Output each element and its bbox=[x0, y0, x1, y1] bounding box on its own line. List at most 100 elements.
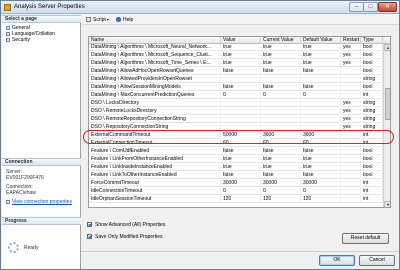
help-button[interactable]: Help bbox=[116, 16, 133, 24]
cell-restart bbox=[341, 172, 361, 179]
scroll-down-icon[interactable]: ▼ bbox=[384, 201, 390, 207]
column-header-restart[interactable]: Restart bbox=[341, 37, 361, 44]
table-row[interactable]: IdleOrphanSessionTimeout 120 120 120 int bbox=[89, 196, 383, 203]
table-row[interactable]: DSO \ LocksDirectory yes string bbox=[89, 100, 383, 107]
table-row[interactable]: IdleConnectionTimeout 0 0 0 int bbox=[89, 188, 383, 195]
cell-value[interactable]: true bbox=[221, 52, 261, 59]
cell-value[interactable]: 0 bbox=[221, 92, 261, 99]
reset-default-button[interactable]: Reset default bbox=[342, 233, 389, 244]
title-bar[interactable]: Analysis Server Properties – □ ✕ bbox=[1, 1, 399, 14]
cell-value[interactable]: false bbox=[221, 172, 261, 179]
checkbox-label: Show Advanced (All) Properties bbox=[95, 222, 166, 228]
table-row[interactable]: Feature \ ComUdfEnabled false false false bo… bbox=[89, 148, 383, 155]
scrollbar-thumb[interactable] bbox=[385, 88, 390, 120]
cell-value[interactable]: false bbox=[221, 68, 261, 75]
cell-current-value bbox=[261, 100, 301, 107]
cell-restart bbox=[341, 188, 361, 195]
cell-restart bbox=[341, 164, 361, 171]
table-row[interactable]: DSO \ RepositoryConnectionString yes strin… bbox=[89, 124, 383, 131]
properties-grid[interactable]: Name Value Current Value Default Value R… bbox=[88, 36, 391, 208]
checkbox-box[interactable] bbox=[87, 234, 92, 240]
cell-current-value: true bbox=[261, 52, 301, 59]
ok-button[interactable]: OK bbox=[319, 255, 355, 266]
cell-type: bool bbox=[361, 44, 383, 51]
cell-value[interactable]: true bbox=[221, 60, 261, 67]
cell-name: Feature \ LinkInsideInstanceEnabled bbox=[89, 164, 221, 171]
cell-name: DataMining \ AllowedProvidersInOpenRowse… bbox=[89, 76, 221, 83]
show-advanced-checkbox[interactable]: Show Advanced (All) Properties bbox=[87, 222, 165, 229]
cell-value[interactable]: true bbox=[221, 44, 261, 51]
vertical-scrollbar[interactable]: ▲ ▼ bbox=[383, 44, 390, 207]
cell-value[interactable]: true bbox=[221, 164, 261, 171]
cell-restart: yes bbox=[341, 44, 361, 51]
help-icon bbox=[116, 17, 121, 23]
checkbox-box[interactable] bbox=[87, 222, 92, 228]
cell-default-value bbox=[301, 100, 341, 107]
cell-name: IdleConnectionTimeout bbox=[89, 188, 221, 195]
table-row[interactable]: DSO \ RemoteLocksDirectory yes string bbox=[89, 108, 383, 115]
cell-restart bbox=[341, 68, 361, 75]
table-row[interactable]: DataMining \ Algorithms \ Microsoft_Sequ… bbox=[89, 52, 383, 59]
table-row[interactable]: ExternalCommandTimeout 50000 3600 3600 int bbox=[89, 132, 383, 139]
cell-default-value: 60 bbox=[301, 140, 341, 147]
cell-value[interactable] bbox=[221, 76, 261, 83]
cell-name: DSO \ RepositoryConnectionString bbox=[89, 124, 221, 131]
save-only-modified-checkbox[interactable]: Save Only Modified Properties bbox=[87, 234, 163, 241]
cell-value[interactable]: 60 bbox=[221, 140, 261, 147]
cell-value[interactable]: false bbox=[221, 148, 261, 155]
table-row[interactable]: DSO \ RemoteRepositoryConnectionString ye… bbox=[89, 116, 383, 123]
cell-value[interactable]: 120 bbox=[221, 196, 261, 203]
cell-current-value bbox=[261, 124, 301, 131]
table-row[interactable]: DataMining \ Algorithms \ Microsoft_Neur… bbox=[89, 44, 383, 51]
script-button[interactable]: Script▾ bbox=[86, 16, 109, 24]
cell-name: Feature \ LinkFromOtherInstanceEnabled bbox=[89, 156, 221, 163]
minimize-button[interactable]: – bbox=[349, 2, 364, 12]
cell-value[interactable]: false bbox=[221, 84, 261, 91]
close-button[interactable]: ✕ bbox=[378, 2, 397, 12]
page-icon bbox=[6, 31, 10, 36]
cell-restart: yes bbox=[341, 108, 361, 115]
script-label: Script bbox=[93, 17, 106, 23]
left-pane: Select a page General Language/Collation… bbox=[2, 15, 81, 269]
cell-value[interactable]: 0 bbox=[221, 188, 261, 195]
cell-value[interactable] bbox=[221, 108, 261, 115]
column-header-default-value[interactable]: Default Value bbox=[301, 37, 341, 44]
cell-restart bbox=[341, 140, 361, 147]
cell-value[interactable]: 30000 bbox=[221, 180, 261, 187]
cell-type: int bbox=[361, 92, 383, 99]
table-row[interactable]: DataMining \ AllowAdHocOpenRowsetQueries… bbox=[89, 68, 383, 75]
view-connection-properties-link[interactable]: View connection properties bbox=[6, 199, 72, 205]
column-header-type[interactable]: Type bbox=[361, 37, 383, 44]
table-row[interactable]: DataMining \ MaxConcurrentPredictionQuer… bbox=[89, 92, 383, 99]
cell-current-value: false bbox=[261, 148, 301, 155]
table-row[interactable]: Feature \ LinkInsideInstanceEnabled true t… bbox=[89, 164, 383, 171]
table-row[interactable]: Feature \ LinkFromOtherInstanceEnabled tr… bbox=[89, 156, 383, 163]
table-row[interactable]: ForceCommitTimeout 30000 30000 30000 int bbox=[89, 180, 383, 187]
cell-name: Feature \ LinkToOtherInstanceEnabled bbox=[89, 172, 221, 179]
page-item-security[interactable]: Security bbox=[6, 37, 30, 43]
help-label: Help bbox=[123, 17, 134, 23]
cell-value[interactable] bbox=[221, 100, 261, 107]
toolbar: Script▾ Help bbox=[83, 15, 399, 25]
cell-value[interactable]: true bbox=[221, 156, 261, 163]
column-header-current-value[interactable]: Current Value bbox=[261, 37, 301, 44]
column-header-value[interactable]: Value bbox=[221, 37, 261, 44]
table-row[interactable]: DataMining \ AllowedProvidersInOpenRowse… bbox=[89, 76, 383, 83]
cell-type: string bbox=[361, 76, 383, 83]
table-row[interactable]: Feature \ LinkToOtherInstanceEnabled fals… bbox=[89, 172, 383, 179]
table-row[interactable]: ExternalConnectionTimeout 60 60 60 int bbox=[89, 140, 383, 147]
cell-value[interactable]: 50000 bbox=[221, 132, 261, 139]
cancel-button[interactable]: Cancel bbox=[359, 255, 395, 266]
link-icon bbox=[6, 199, 10, 204]
cell-value[interactable] bbox=[221, 116, 261, 123]
scroll-up-icon[interactable]: ▲ bbox=[384, 44, 390, 51]
table-row[interactable]: DataMining \ Algorithms \ Microsoft_Time… bbox=[89, 60, 383, 67]
column-header-name[interactable]: Name bbox=[89, 37, 221, 44]
cell-name: DSO \ RemoteLocksDirectory bbox=[89, 108, 221, 115]
table-row[interactable]: DataMining \ AllowSessionMiningModels fal… bbox=[89, 84, 383, 91]
maximize-button[interactable]: □ bbox=[363, 2, 378, 12]
cell-type: string bbox=[361, 116, 383, 123]
cell-value[interactable] bbox=[221, 124, 261, 131]
link-text[interactable]: View connection properties bbox=[12, 199, 72, 205]
cell-restart bbox=[341, 148, 361, 155]
